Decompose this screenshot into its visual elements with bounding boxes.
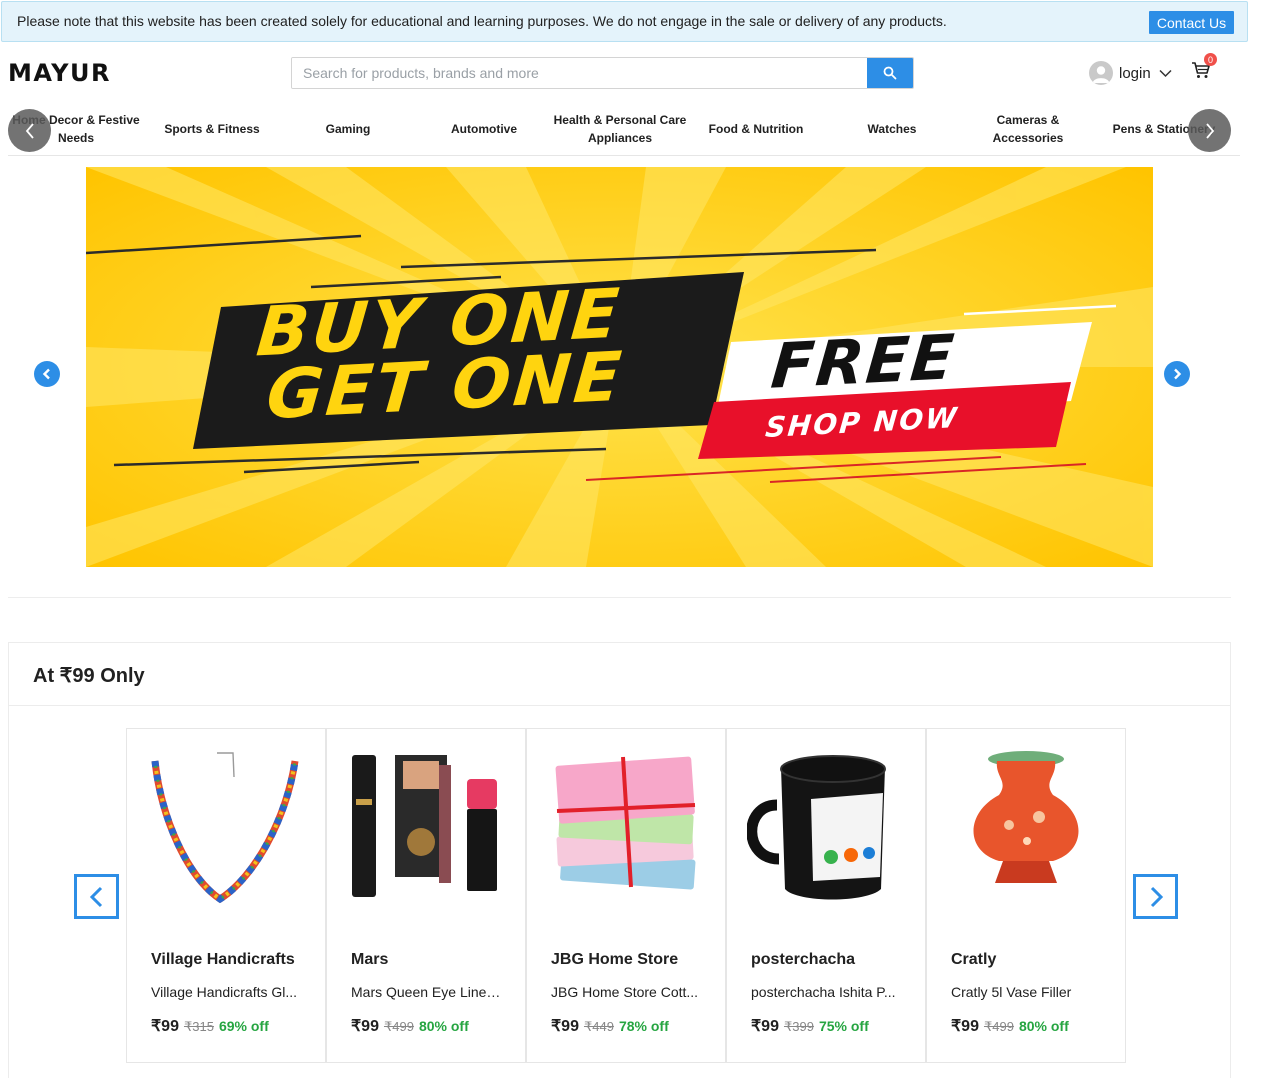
product-discount: 69% off	[218, 1018, 269, 1034]
product-mrp: ₹399	[783, 1019, 814, 1034]
product-price: ₹99	[151, 1018, 179, 1035]
price-row: ₹99 ₹499 80% off	[951, 1016, 1069, 1036]
deals-prev-button[interactable]	[74, 874, 119, 919]
banner-next-button[interactable]	[1164, 361, 1190, 387]
product-brand: posterchacha	[751, 951, 856, 968]
product-discount: 80% off	[418, 1018, 469, 1034]
product-image	[973, 751, 1079, 883]
product-card[interactable]: Cratly Cratly 5l Vase Filler ₹99 ₹499 80…	[926, 728, 1126, 1063]
search-input[interactable]	[292, 58, 869, 88]
product-name: Village Handicrafts Gl...	[151, 984, 298, 1000]
product-price: ₹99	[351, 1018, 379, 1035]
product-price: ₹99	[551, 1018, 579, 1035]
product-name: posterchacha Ishita P...	[751, 984, 896, 1000]
promo-banner[interactable]: BUY ONE GET ONE FREE SHOP NOW	[86, 167, 1153, 567]
chevron-left-icon	[25, 122, 34, 139]
cart-count-badge: 0	[1204, 53, 1217, 66]
chevron-right-icon	[1205, 122, 1214, 139]
chevron-left-icon	[42, 368, 50, 380]
category-gaming[interactable]: Gaming	[280, 101, 416, 155]
notice-text: Please note that this website has been c…	[17, 13, 947, 29]
deals-section: At ₹99 Only Village Handicrafts Village …	[8, 642, 1231, 1078]
product-mrp: ₹499	[983, 1019, 1014, 1034]
price-row: ₹99 ₹449 78% off	[551, 1016, 669, 1036]
category-prev-button[interactable]	[8, 109, 51, 152]
category-watches[interactable]: Watches	[824, 101, 960, 155]
price-row: ₹99 ₹499 80% off	[351, 1016, 469, 1036]
chevron-down-icon	[1159, 69, 1172, 77]
banner-line-1b: GET ONE	[263, 337, 628, 436]
price-row: ₹99 ₹399 75% off	[751, 1016, 869, 1036]
product-image	[747, 755, 886, 900]
product-mrp: ₹499	[383, 1019, 414, 1034]
banner-free: FREE	[768, 320, 959, 403]
deals-next-button[interactable]	[1133, 874, 1178, 919]
product-name: Mars Queen Eye Liner, ...	[351, 984, 503, 1000]
search-bar	[291, 57, 914, 89]
product-discount: 78% off	[618, 1018, 669, 1034]
product-price: ₹99	[751, 1018, 779, 1035]
product-discount: 75% off	[818, 1018, 869, 1034]
category-automotive[interactable]: Automotive	[416, 101, 552, 155]
contact-us-button[interactable]: Contact Us	[1149, 11, 1234, 34]
cart-button[interactable]: 0	[1191, 53, 1217, 81]
price-row: ₹99 ₹315 69% off	[151, 1016, 269, 1036]
category-sports-fitness[interactable]: Sports & Fitness	[144, 101, 280, 155]
product-image	[352, 755, 497, 897]
product-card[interactable]: Village Handicrafts Village Handicrafts …	[126, 728, 326, 1063]
login-label: login	[1119, 64, 1151, 82]
login-menu[interactable]: login	[1089, 61, 1172, 85]
product-brand: Mars	[351, 951, 389, 968]
product-brand: JBG Home Store	[551, 951, 679, 968]
product-card[interactable]: JBG Home Store JBG Home Store Cott... ₹9…	[526, 728, 726, 1063]
product-brand: Village Handicrafts	[151, 951, 295, 968]
banner-prev-button[interactable]	[34, 361, 60, 387]
chevron-left-icon	[89, 886, 102, 907]
product-discount: 80% off	[1018, 1018, 1069, 1034]
user-icon	[1089, 61, 1113, 85]
product-brand: Cratly	[951, 951, 997, 968]
chevron-right-icon	[1150, 886, 1163, 907]
notice-bar: Please note that this website has been c…	[1, 1, 1248, 42]
site-logo[interactable]: MAYUR	[8, 59, 111, 87]
category-cameras-accessories[interactable]: Cameras & Accessories	[960, 101, 1096, 155]
product-card[interactable]: posterchacha posterchacha Ishita P... ₹9…	[726, 728, 926, 1063]
product-image	[151, 752, 299, 904]
chevron-right-icon	[1174, 368, 1182, 380]
section-divider	[8, 597, 1231, 598]
category-food-nutrition[interactable]: Food & Nutrition	[688, 101, 824, 155]
search-icon	[883, 66, 897, 80]
product-name: JBG Home Store Cott...	[551, 984, 699, 1000]
product-mrp: ₹449	[583, 1019, 614, 1034]
category-health-personal-care[interactable]: Health & Personal Care Appliances	[552, 101, 688, 155]
search-button[interactable]	[867, 58, 913, 88]
category-strip: Home Decor & Festive Needs Sports & Fitn…	[8, 101, 1240, 156]
deals-title: At ₹99 Only	[33, 665, 145, 687]
deals-divider	[9, 705, 1230, 706]
product-mrp: ₹315	[183, 1019, 214, 1034]
product-name: Cratly 5l Vase Filler	[951, 984, 1072, 1000]
product-card[interactable]: Mars Mars Queen Eye Liner, ... ₹99 ₹499 …	[326, 728, 526, 1063]
product-price: ₹99	[951, 1018, 979, 1035]
category-next-button[interactable]	[1188, 109, 1231, 152]
product-image	[555, 756, 696, 890]
